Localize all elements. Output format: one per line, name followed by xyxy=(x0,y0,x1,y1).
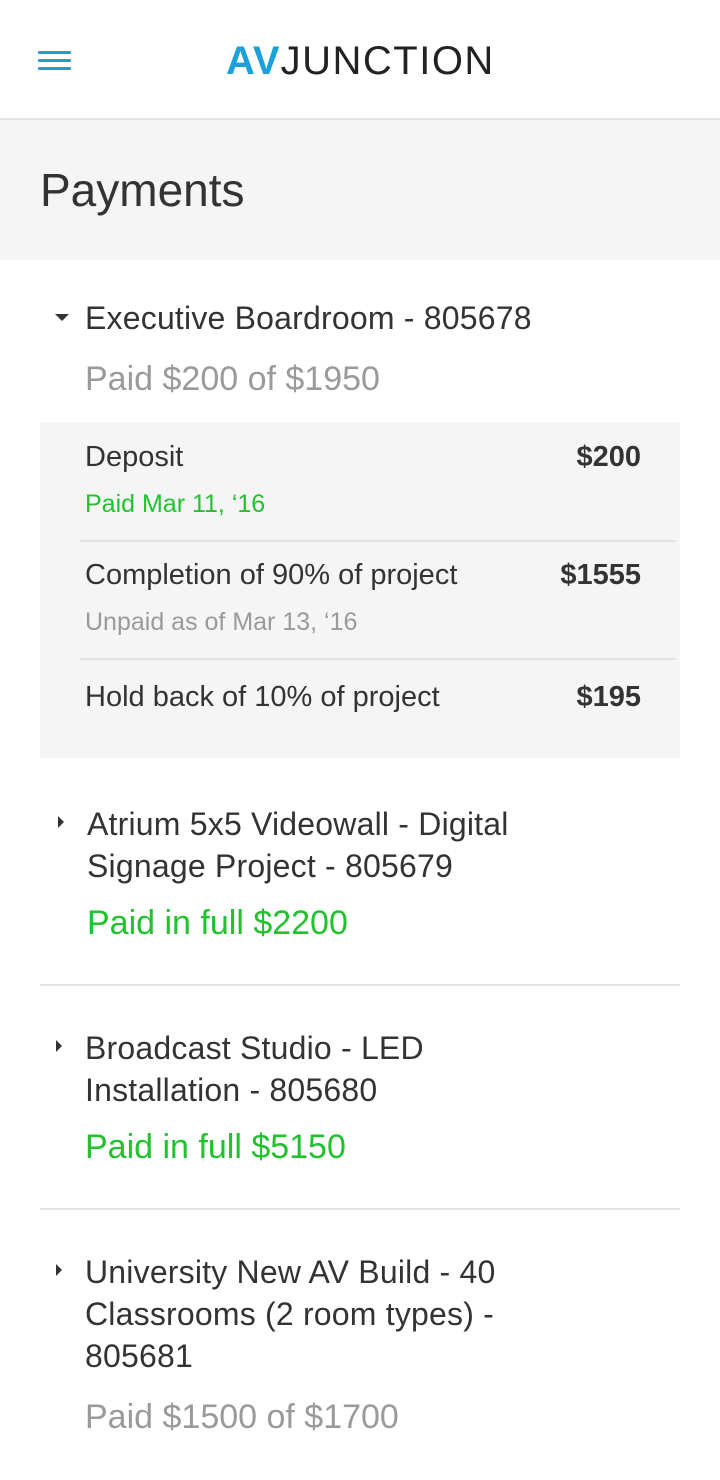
project-title-line-2[interactable]: Signage Project - 805679 xyxy=(87,845,453,887)
project-payment-status: Paid $200 of $1950 xyxy=(85,360,380,398)
line-item-status: Unpaid as of Mar 13, ‘16 xyxy=(85,608,358,636)
caret-right-icon[interactable] xyxy=(56,1264,62,1276)
line-item-label: Completion of 90% of project xyxy=(85,559,458,591)
divider xyxy=(80,658,676,660)
project-title-line-1[interactable]: Broadcast Studio - LED xyxy=(85,1027,424,1069)
page-title: Payments xyxy=(40,164,245,216)
av-junction-logo[interactable]: AVJUNCTION xyxy=(226,38,495,84)
line-item-label: Deposit xyxy=(85,441,184,473)
divider xyxy=(40,984,680,986)
hamburger-menu-icon[interactable] xyxy=(38,49,72,75)
caret-down-icon[interactable] xyxy=(55,314,69,321)
caret-right-icon[interactable] xyxy=(56,1040,62,1052)
logo-av-text: AV xyxy=(226,39,281,83)
project-title-line-1[interactable]: Atrium 5x5 Videowall - Digital xyxy=(87,803,509,845)
caret-right-icon[interactable] xyxy=(58,816,64,828)
project-title-line-2[interactable]: Classrooms (2 room types) - xyxy=(85,1293,494,1335)
top-app-bar: AVJUNCTION xyxy=(0,0,720,120)
project-payment-status: Paid in full $5150 xyxy=(85,1128,346,1166)
line-item-status: Paid Mar 11, ‘16 xyxy=(85,490,266,518)
project-payment-status: Paid $1500 of $1700 xyxy=(85,1398,399,1436)
logo-junction-text: JUNCTION xyxy=(280,39,495,83)
line-item-amount: $1555 xyxy=(560,559,641,591)
line-item-amount: $195 xyxy=(576,681,641,713)
divider xyxy=(40,1208,680,1210)
divider xyxy=(80,540,676,542)
project-payment-status: Paid in full $2200 xyxy=(87,904,348,942)
project-title-line-3[interactable]: 805681 xyxy=(85,1335,193,1377)
line-item-amount: $200 xyxy=(576,441,641,473)
project-title-line-1[interactable]: University New AV Build - 40 xyxy=(85,1251,496,1293)
project-title-line-2[interactable]: Installation - 805680 xyxy=(85,1069,377,1111)
project-title[interactable]: Executive Boardroom - 805678 xyxy=(85,297,532,339)
line-item-label: Hold back of 10% of project xyxy=(85,681,440,713)
